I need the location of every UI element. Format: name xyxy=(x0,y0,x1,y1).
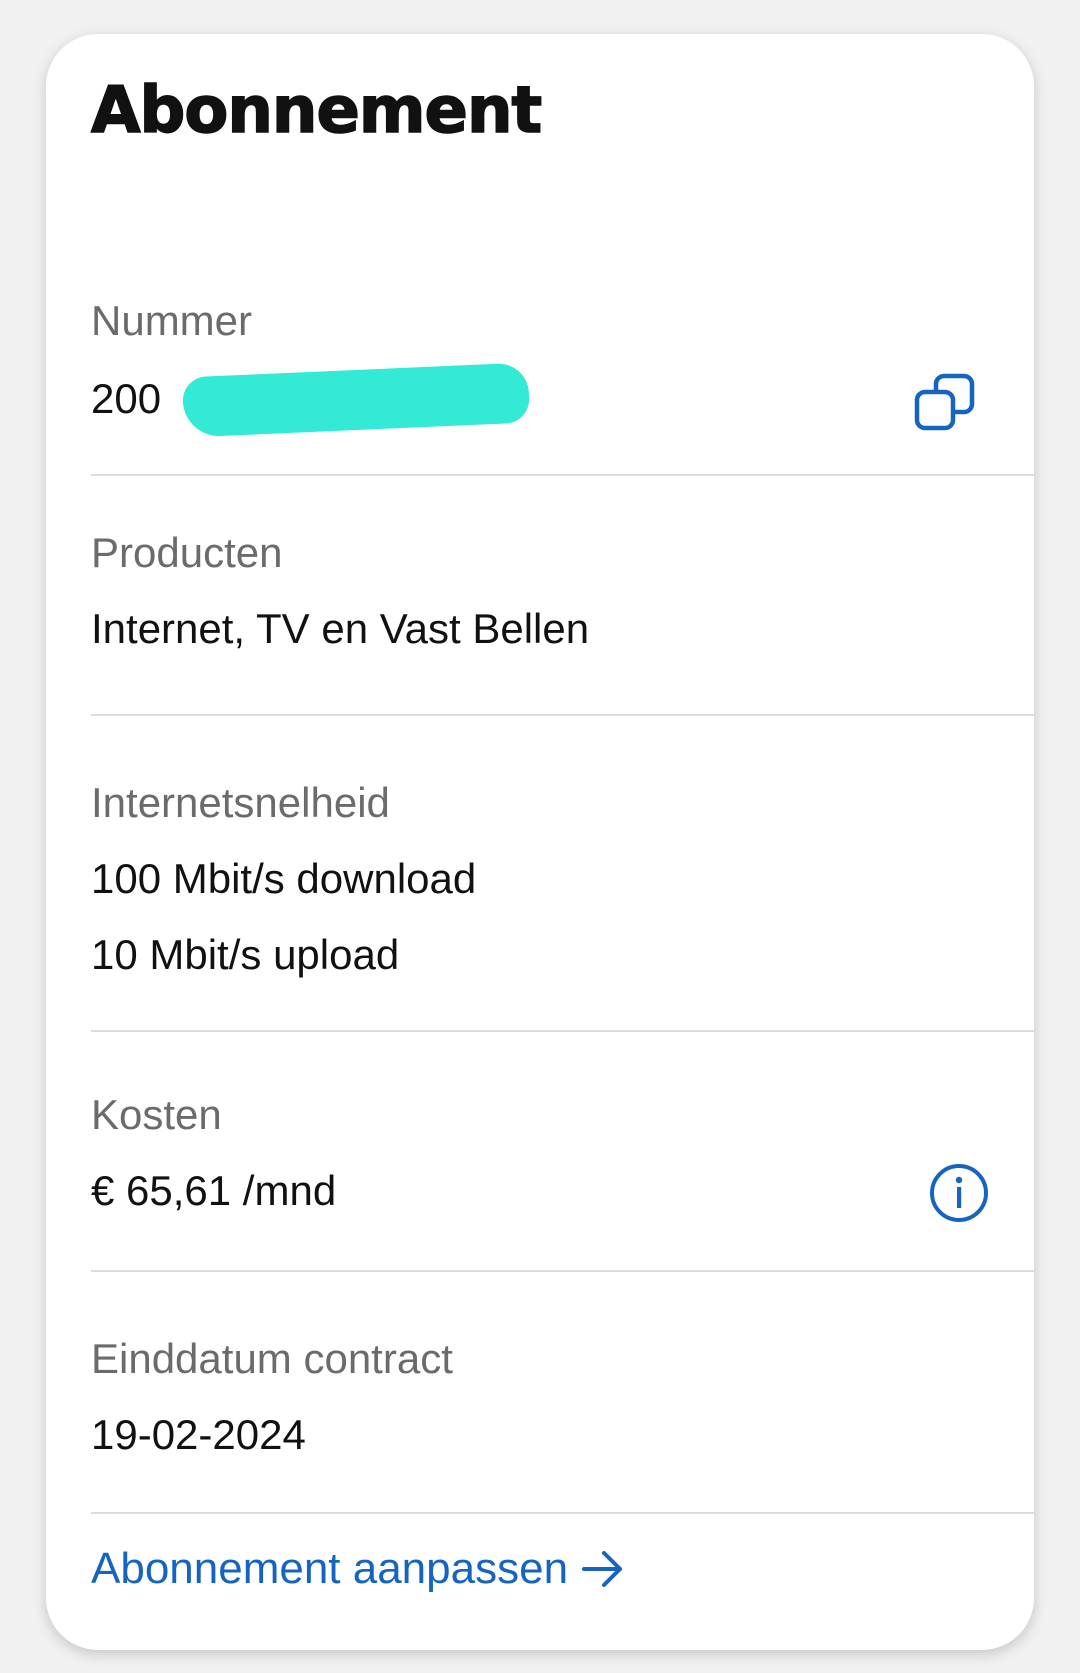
redaction-mark xyxy=(181,362,531,438)
copy-icon[interactable] xyxy=(914,370,978,434)
speed-section: Internetsnelheid 100 Mbit/s download 10 … xyxy=(91,716,1034,1032)
card-title: Abonnement xyxy=(90,73,543,149)
products-label: Producten xyxy=(91,529,283,576)
speed-download: 100 Mbit/s download xyxy=(91,855,477,902)
speed-upload: 10 Mbit/s upload xyxy=(91,931,400,978)
adjust-subscription-link[interactable]: Abonnement aanpassen xyxy=(91,1544,626,1594)
arrow-right-icon xyxy=(580,1546,626,1592)
number-label: Nummer xyxy=(91,297,253,344)
number-value: 200 xyxy=(91,375,162,422)
subscription-card: Abonnement Nummer 200 Producten Internet… xyxy=(46,34,1034,1650)
costs-label: Kosten xyxy=(91,1091,222,1138)
contract-section: Einddatum contract 19-02-2024 xyxy=(91,1272,1034,1514)
info-icon[interactable] xyxy=(928,1162,990,1224)
costs-value: € 65,61 /mnd xyxy=(91,1167,337,1214)
products-section: Producten Internet, TV en Vast Bellen xyxy=(91,474,1034,716)
contract-value: 19-02-2024 xyxy=(91,1411,306,1458)
costs-section: Kosten € 65,61 /mnd xyxy=(91,1032,1034,1272)
contract-label: Einddatum contract xyxy=(91,1335,453,1382)
speed-label: Internetsnelheid xyxy=(91,779,390,826)
adjust-subscription-label: Abonnement aanpassen xyxy=(91,1544,569,1593)
products-value: Internet, TV en Vast Bellen xyxy=(91,605,590,652)
number-section: Nummer 200 xyxy=(91,234,1034,476)
